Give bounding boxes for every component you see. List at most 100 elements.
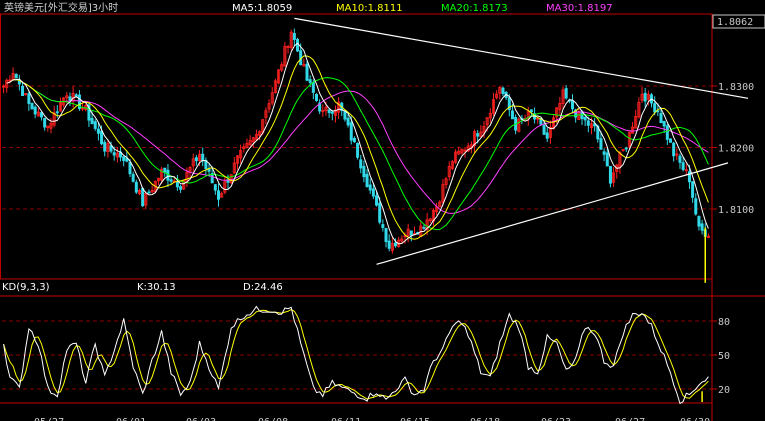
candle-body xyxy=(131,174,135,182)
candle-body xyxy=(356,143,360,158)
candle-body xyxy=(564,88,568,99)
candle-body xyxy=(292,33,296,40)
kd-title: KD(9,3,3) xyxy=(2,282,50,293)
candle-body xyxy=(668,138,672,143)
date-tick-label: 06/30 xyxy=(680,417,710,421)
candle-body xyxy=(529,109,533,113)
candle-body xyxy=(409,230,413,236)
kd-tick-label: 80 xyxy=(718,317,730,328)
candle-body xyxy=(608,165,612,184)
candle-body xyxy=(96,128,100,134)
candle-body xyxy=(599,138,603,150)
candle-body xyxy=(542,125,546,135)
last-price-label: 1.8062 xyxy=(717,17,753,28)
candle-body xyxy=(583,117,587,121)
candle-body xyxy=(314,94,318,101)
chart-title: 英镑美元[外汇交易]3小时 xyxy=(4,1,118,14)
candle-body xyxy=(678,155,682,163)
candle-body xyxy=(27,93,31,104)
candle-body xyxy=(169,179,173,182)
candle-body xyxy=(217,190,221,200)
date-tick-label: 05/27 xyxy=(34,417,64,421)
forex-chart[interactable]: 1.8100 1.8200 1.8300 20 50 80 1.8062 05/27 06/0… xyxy=(0,0,765,421)
candle-body xyxy=(510,110,514,120)
candle-body xyxy=(296,39,300,52)
candle-body xyxy=(691,181,695,198)
candle-body xyxy=(681,162,685,170)
candle-body xyxy=(305,63,309,81)
candle-body xyxy=(375,195,379,206)
date-tick-label: 06/27 xyxy=(615,417,645,421)
kd-tick-label: 50 xyxy=(718,351,730,362)
candle xyxy=(627,131,631,149)
date-tick-label: 06/18 xyxy=(470,417,500,421)
candle-body xyxy=(694,198,698,215)
ma20-label: MA20:1.8173 xyxy=(441,3,508,14)
candle xyxy=(668,138,672,143)
candle-body xyxy=(602,151,606,155)
candle-body xyxy=(14,73,18,79)
candle-body xyxy=(365,173,369,188)
candle-body xyxy=(128,162,132,175)
candle-body xyxy=(394,242,398,247)
candle-body xyxy=(147,191,151,194)
candle-body xyxy=(381,224,385,228)
price-tick-label: 1.8100 xyxy=(718,205,754,216)
candle-body xyxy=(545,132,549,139)
candle-body xyxy=(327,109,331,113)
candle xyxy=(450,159,454,171)
candle-body xyxy=(30,102,34,110)
candle-body xyxy=(359,159,363,169)
date-tick-label: 06/23 xyxy=(541,417,571,421)
date-tick-label: 06/08 xyxy=(258,417,288,421)
candle xyxy=(517,117,521,133)
ma30-label: MA30:1.8197 xyxy=(546,3,613,14)
date-tick-label: 06/15 xyxy=(400,417,430,421)
candle-body xyxy=(476,133,480,137)
candle-body xyxy=(21,85,25,96)
candle-body xyxy=(213,184,217,191)
candle-body xyxy=(387,240,391,249)
candle-body xyxy=(68,96,72,101)
candle-body xyxy=(100,130,104,145)
candle-body xyxy=(501,87,505,94)
price-tick-label: 1.8200 xyxy=(718,144,754,155)
candle-body xyxy=(349,122,353,141)
k-value: K:30.13 xyxy=(137,282,176,293)
candle-body xyxy=(330,111,334,114)
candle-body xyxy=(352,137,356,143)
candle xyxy=(289,29,293,51)
candle-body xyxy=(605,152,609,167)
candle-body xyxy=(384,228,388,243)
candle-body xyxy=(201,153,205,162)
candle-body xyxy=(112,152,116,156)
candle-body xyxy=(194,157,198,162)
kd-tick-label: 20 xyxy=(718,385,730,396)
candle-body xyxy=(371,188,375,197)
candle xyxy=(305,61,309,82)
candle-body xyxy=(175,181,179,188)
candle-body xyxy=(55,111,59,114)
candle-body xyxy=(624,147,628,150)
candle-body xyxy=(134,181,138,193)
candle-body xyxy=(362,165,366,178)
candle-body xyxy=(662,120,666,127)
candle-body xyxy=(308,79,312,83)
candle-body xyxy=(672,142,676,157)
candle-body xyxy=(368,184,372,191)
candle-body xyxy=(697,216,701,227)
candle xyxy=(314,93,318,102)
price-tick-label: 1.8300 xyxy=(718,82,754,93)
ma5-label: MA5:1.8059 xyxy=(232,3,292,14)
candle-body xyxy=(179,186,183,190)
candle-body xyxy=(659,113,663,124)
candle xyxy=(277,68,281,85)
date-tick-label: 06/11 xyxy=(331,417,361,421)
candle-body xyxy=(141,187,145,207)
candle xyxy=(356,142,360,160)
candle-body xyxy=(43,118,47,128)
ma10-label: MA10:1.8111 xyxy=(336,3,403,14)
candle-body xyxy=(346,117,350,126)
candle-body xyxy=(122,156,126,161)
candle-body xyxy=(586,120,590,126)
